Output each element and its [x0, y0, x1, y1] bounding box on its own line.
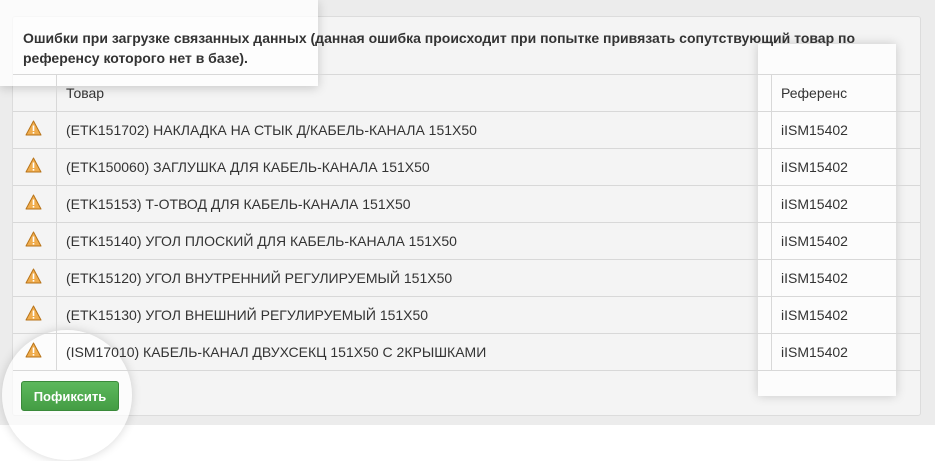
row-product: (ETK150060) ЗАГЛУШКА ДЛЯ КАБЕЛЬ-КАНАЛА 1…	[56, 148, 772, 186]
warning-icon	[25, 194, 42, 210]
row-product: (ETK15140) УГОЛ ПЛОСКИЙ ДЛЯ КАБЕЛЬ-КАНАЛ…	[56, 222, 772, 260]
row-reference: iISM15402	[771, 296, 920, 334]
row-reference: iISM15402	[771, 148, 920, 186]
row-reference: iISM15402	[771, 111, 920, 149]
row-reference: iISM15402	[771, 185, 920, 223]
row-reference: iISM15402	[771, 333, 920, 371]
warning-icon	[25, 120, 42, 136]
fix-button[interactable]: Пофиксить	[21, 381, 119, 411]
table-row: (ETK15153) Т-ОТВОД ДЛЯ КАБЕЛЬ-КАНАЛА 151…	[13, 185, 920, 223]
header-reference: Референс	[771, 74, 920, 112]
row-icon-cell	[13, 185, 57, 223]
row-reference: iISM15402	[771, 259, 920, 297]
row-icon-cell	[13, 148, 57, 186]
table-row: (ETK15120) УГОЛ ВНУТРЕННИЙ РЕГУЛИРУЕМЫЙ …	[13, 259, 920, 297]
warning-icon	[25, 305, 42, 321]
errors-panel: Ошибки при загрузке связанных данных (да…	[12, 16, 921, 416]
panel-title: Ошибки при загрузке связанных данных (да…	[23, 30, 856, 66]
table-row: (ETK15140) УГОЛ ПЛОСКИЙ ДЛЯ КАБЕЛЬ-КАНАЛ…	[13, 222, 920, 260]
table-row: (ETK15130) УГОЛ ВНЕШНИЙ РЕГУЛИРУЕМЫЙ 151…	[13, 296, 920, 334]
row-icon-cell	[13, 296, 57, 334]
table-row: (ETK150060) ЗАГЛУШКА ДЛЯ КАБЕЛЬ-КАНАЛА 1…	[13, 148, 920, 186]
table-row: (ISM17010) КАБЕЛЬ-КАНАЛ ДВУХСЕКЦ 151Х50 …	[13, 333, 920, 371]
header-product: Товар	[56, 74, 772, 112]
row-reference: iISM15402	[771, 222, 920, 260]
row-icon-cell	[13, 333, 57, 371]
row-icon-cell	[13, 111, 57, 149]
warning-icon	[25, 342, 42, 358]
row-icon-cell	[13, 259, 57, 297]
page-background	[0, 425, 935, 461]
errors-table: Товар Референс (ETK151702) НАКЛАДКА НА С…	[13, 74, 920, 371]
row-product: (ETK15153) Т-ОТВОД ДЛЯ КАБЕЛЬ-КАНАЛА 151…	[56, 185, 772, 223]
table-row: (ETK151702) НАКЛАДКА НА СТЫК Д/КАБЕЛЬ-КА…	[13, 111, 920, 149]
row-product: (ETK151702) НАКЛАДКА НА СТЫК Д/КАБЕЛЬ-КА…	[56, 111, 772, 149]
row-icon-cell	[13, 222, 57, 260]
warning-icon	[25, 231, 42, 247]
table-header-row: Товар Референс	[13, 74, 920, 112]
row-product: (ETK15120) УГОЛ ВНУТРЕННИЙ РЕГУЛИРУЕМЫЙ …	[56, 259, 772, 297]
row-product: (ETK15130) УГОЛ ВНЕШНИЙ РЕГУЛИРУЕМЫЙ 151…	[56, 296, 772, 334]
header-icon-column	[13, 74, 57, 112]
warning-icon	[25, 157, 42, 173]
row-product: (ISM17010) КАБЕЛЬ-КАНАЛ ДВУХСЕКЦ 151Х50 …	[56, 333, 772, 371]
warning-icon	[25, 268, 42, 284]
